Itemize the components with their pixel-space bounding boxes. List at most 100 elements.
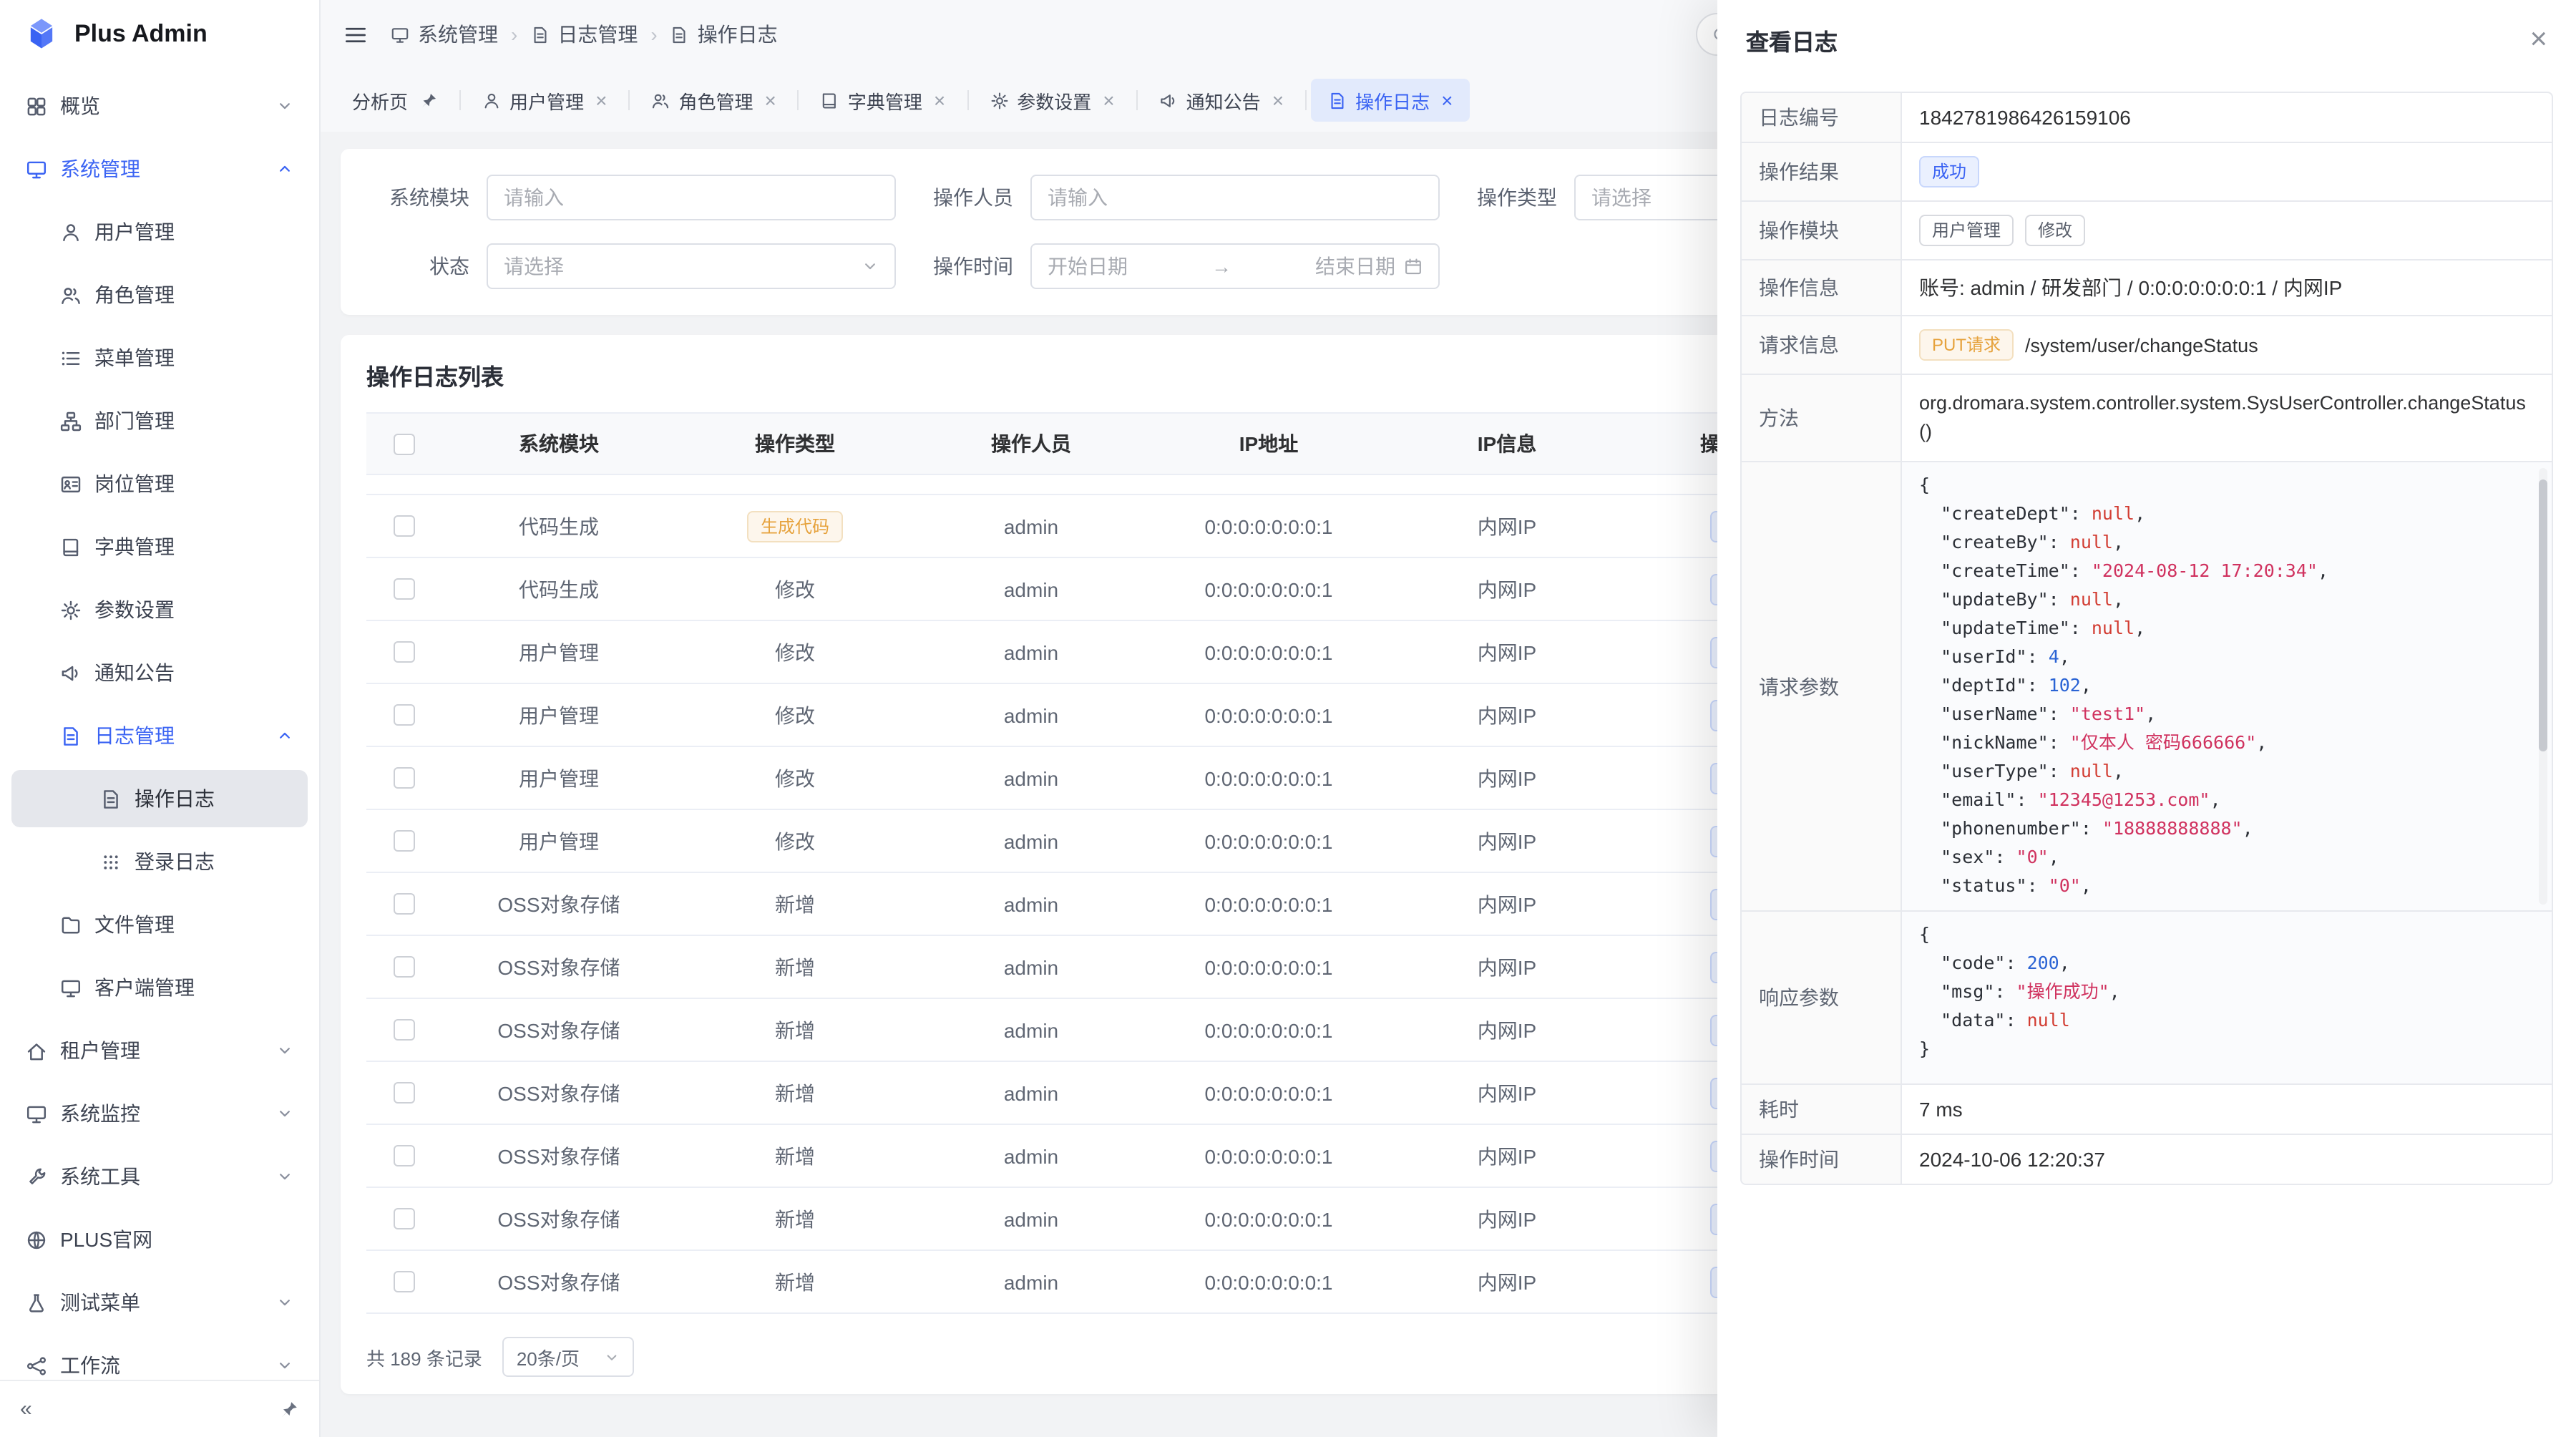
tab-notices[interactable]: 通知公告× [1142,79,1301,122]
row-checkbox[interactable] [393,1019,414,1041]
column-header: IP信息 [1388,429,1626,458]
collapse-sidebar-button[interactable]: « [20,1397,32,1421]
sidebar-item-monitor[interactable]: 系统监控 [11,1085,308,1142]
daterange-arrow: → [1142,255,1301,278]
filter-label: 状态 [369,252,487,281]
sidebar-item-tenants[interactable]: 租户管理 [11,1022,308,1079]
sidebar-menu: 概览系统管理用户管理角色管理菜单管理部门管理岗位管理字典管理参数设置通知公告日志… [0,69,319,1380]
row-checkbox[interactable] [393,1082,414,1104]
sidebar-item-notices[interactable]: 通知公告 [11,644,308,701]
sidebar-item-website[interactable]: PLUS官网 [11,1211,308,1268]
row-checkbox[interactable] [393,515,414,537]
cell-type: 修改 [677,764,913,792]
gear-icon [60,599,82,620]
cell-ip: 0:0:0:0:0:0:0:1 [1149,1207,1388,1230]
cell-ip: 0:0:0:0:0:0:0:1 [1149,955,1388,978]
drawer-header: 查看日志 × [1717,0,2576,79]
filter-select-status[interactable]: 请选择 [487,243,896,289]
breadcrumb-item-log-management[interactable]: 日志管理 [530,20,638,49]
sidebar-item-depts[interactable]: 部门管理 [11,392,308,449]
sidebar-item-label: 字典管理 [94,532,175,561]
sidebar-item-operation-log[interactable]: 操作日志 [11,770,308,827]
checkbox-cell [366,830,441,852]
sidebar-item-clients[interactable]: 客户端管理 [11,959,308,1016]
tab-close-icon[interactable]: × [764,90,776,110]
sidebar-footer: « [0,1380,319,1437]
sidebar-item-dicts[interactable]: 字典管理 [11,518,308,575]
sidebar-item-posts[interactable]: 岗位管理 [11,455,308,512]
page-size-select[interactable]: 20条/页 [502,1337,634,1377]
row-checkbox[interactable] [393,1208,414,1229]
sidebar-item-label: 客户端管理 [94,973,195,1002]
row-checkbox[interactable] [393,956,414,978]
row-checkbox[interactable] [393,704,414,726]
row-checkbox[interactable] [393,1271,414,1292]
sidebar-item-label: 系统管理 [60,155,140,183]
module-tag: 用户管理 [1919,215,2014,246]
doc-icon [100,788,122,809]
sidebar-item-tools[interactable]: 系统工具 [11,1148,308,1205]
sidebar-item-roles[interactable]: 角色管理 [11,266,308,323]
breadcrumb-item-operation-log[interactable]: 操作日志 [670,20,778,49]
tab-close-icon[interactable]: × [934,90,945,110]
tab-users[interactable]: 用户管理× [465,79,624,122]
row-checkbox[interactable] [393,830,414,852]
cell-module: OSS对象存储 [441,1141,677,1170]
cell-module: 用户管理 [441,827,677,855]
tab-dicts[interactable]: 字典管理× [804,79,962,122]
filter-daterange-time[interactable]: 开始日期→结束日期 [1030,243,1440,289]
sidebar-item-params[interactable]: 参数设置 [11,581,308,638]
row-checkbox[interactable] [393,1145,414,1166]
detail-value-request: PUT请求/system/user/changeStatus [1902,316,2552,374]
tab-operation-log[interactable]: 操作日志× [1311,79,1470,122]
chevron-down-icon [276,1042,293,1059]
select-all-checkbox[interactable] [393,433,414,454]
sidebar-item-system[interactable]: 系统管理 [11,140,308,198]
sidebar-item-label: 部门管理 [94,406,175,435]
row-checkbox[interactable] [393,767,414,789]
scrollbar-thumb[interactable] [2539,479,2547,751]
sidebar-item-overview[interactable]: 概览 [11,77,308,135]
cell-module: OSS对象存储 [441,953,677,981]
sidebar-item-files[interactable]: 文件管理 [11,896,308,953]
cell-operator: admin [913,955,1149,978]
sidebar-item-test-menu[interactable]: 测试菜单 [11,1274,308,1331]
sidebar-item-users[interactable]: 用户管理 [11,203,308,260]
sidebar-item-label: 角色管理 [94,281,175,309]
scrollbar-track[interactable] [2539,468,2547,905]
cell-ip: 0:0:0:0:0:0:0:1 [1149,766,1388,789]
detail-row-request-params: 请求参数{ "createDept": null, "createBy": nu… [1742,462,2552,912]
filter-input-module[interactable] [487,175,896,220]
filter-input-operator[interactable] [1030,175,1440,220]
row-checkbox[interactable] [393,641,414,663]
list-icon [60,347,82,369]
hamburger-menu-icon[interactable] [343,22,368,47]
tab-close-icon[interactable]: × [595,90,607,110]
row-checkbox[interactable] [393,893,414,915]
tab-close-icon[interactable]: × [1441,90,1453,110]
cell-type: 新增 [677,890,913,918]
select-placeholder: 请选择 [504,252,862,281]
close-icon[interactable]: × [2529,24,2547,54]
tab-analysis[interactable]: 分析页 [335,79,455,122]
cell-ip-info: 内网IP [1388,701,1626,729]
sidebar-item-menus[interactable]: 菜单管理 [11,329,308,386]
cell-operator: admin [913,892,1149,915]
detail-value-cost: 7 ms [1902,1085,2552,1134]
tab-params[interactable]: 参数设置× [972,79,1131,122]
badge-icon [60,473,82,495]
breadcrumb-item-system[interactable]: 系统管理 [391,20,498,49]
pin-tabs-icon[interactable] [279,1399,299,1419]
tab-close-icon[interactable]: × [1272,90,1284,110]
sidebar-item-login-log[interactable]: 登录日志 [11,833,308,890]
sidebar-item-workflow[interactable]: 工作流 [11,1337,308,1380]
sidebar-item-log-management[interactable]: 日志管理 [11,707,308,764]
app-root: Plus Admin 概览系统管理用户管理角色管理菜单管理部门管理岗位管理字典管… [0,0,2576,1437]
row-checkbox[interactable] [393,578,414,600]
daterange-start-placeholder: 开始日期 [1048,252,1128,281]
cell-ip-info: 内网IP [1388,575,1626,603]
tab-close-icon[interactable]: × [1103,90,1114,110]
detail-label: 操作信息 [1742,260,1902,315]
tab-roles[interactable]: 角色管理× [634,79,793,122]
book-icon [60,536,82,557]
